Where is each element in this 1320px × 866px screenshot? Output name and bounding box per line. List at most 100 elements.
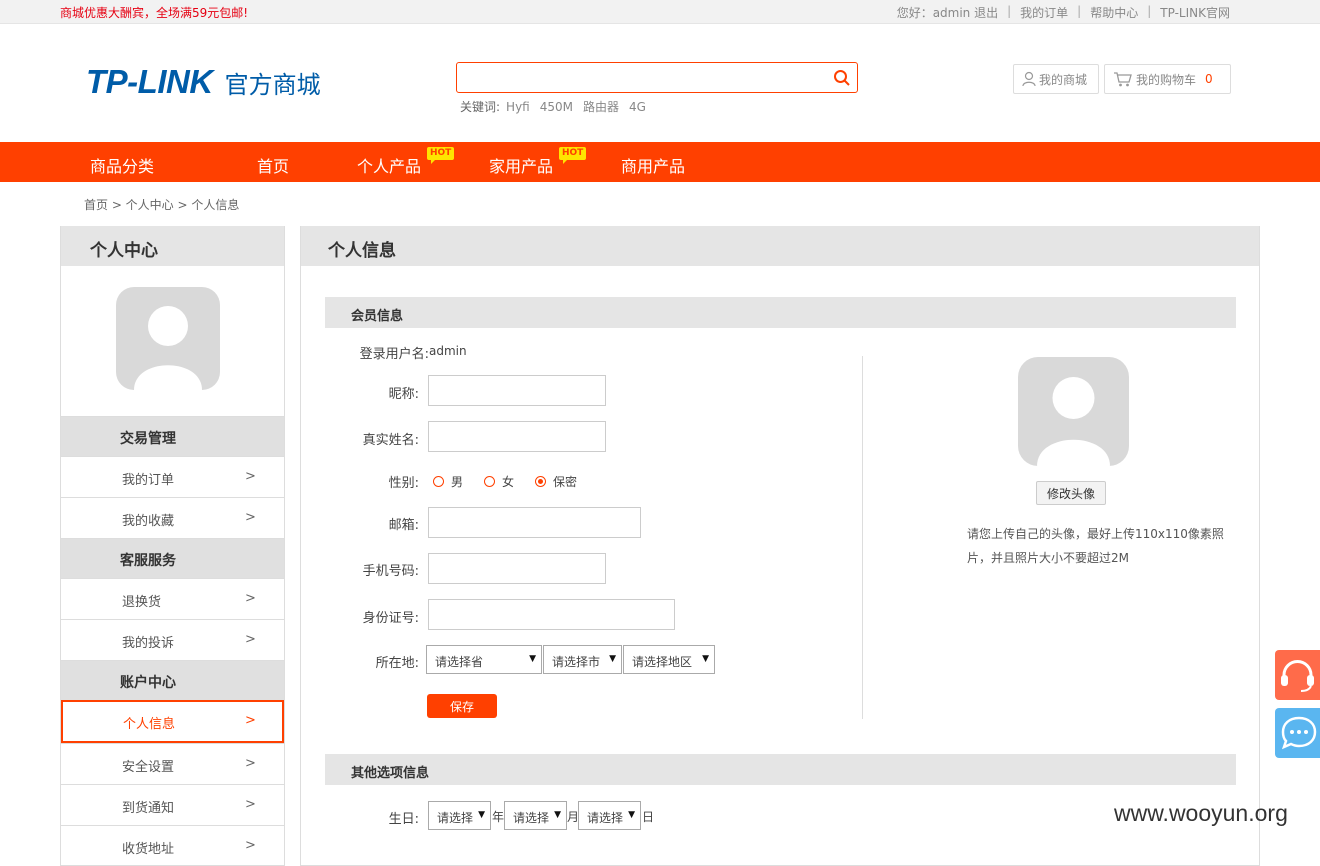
main-nav: 商品分类 首页 个人产品 HOT 家用产品 HOT 商用产品 [0, 142, 1320, 182]
greeting-logout[interactable]: 您好：admin 退出 [897, 4, 998, 21]
my-mall-button[interactable]: 我的商城 [1013, 64, 1099, 94]
district-select[interactable]: 请选择地区 ▼ [623, 645, 715, 674]
user-icon [1022, 71, 1036, 87]
member-info-header: 会员信息 [325, 297, 1236, 328]
cart-count: 0 [1205, 72, 1213, 86]
birth-day-select[interactable]: 请选择 ▼ [578, 801, 641, 830]
city-select[interactable]: 请选择市 ▼ [543, 645, 622, 674]
avatar-placeholder-icon [134, 306, 202, 390]
keywords: 关键词: Hyfi 450M 路由器 4G [460, 98, 656, 115]
username-value: admin [429, 344, 467, 358]
keyword-link[interactable]: 路由器 [583, 100, 619, 114]
caret-down-icon: ▼ [529, 654, 536, 664]
nav-home-products[interactable]: 家用产品 HOT [489, 147, 587, 177]
keywords-label: 关键词: [460, 100, 501, 114]
keyword-link[interactable]: Hyfi [506, 100, 530, 114]
sidebar-item-security[interactable]: 安全设置 > [61, 743, 284, 784]
caret-down-icon: ▼ [628, 810, 635, 820]
select-value: 请选择省 [435, 655, 484, 669]
link-help-center[interactable]: 帮助中心 [1090, 4, 1138, 21]
sidebar-section-trade: 交易管理 [61, 416, 284, 456]
realname-input[interactable] [428, 421, 606, 452]
customer-service-button[interactable] [1275, 650, 1320, 700]
nav-business-products[interactable]: 商用产品 [621, 153, 685, 177]
phone-input[interactable] [428, 553, 606, 584]
email-input[interactable] [428, 507, 641, 538]
link-my-orders[interactable]: 我的订单 [1020, 4, 1068, 21]
caret-down-icon: ▼ [554, 810, 561, 820]
logo[interactable]: TP-LINK 官方商城 [86, 63, 321, 101]
sidebar-item-arrival-notice[interactable]: 到货通知 > [61, 784, 284, 825]
chevron-right-icon: > [245, 591, 256, 606]
sidebar-item-label: 收货地址 [122, 842, 175, 857]
select-value: 请选择地区 [632, 655, 693, 669]
headset-icon [1281, 660, 1314, 692]
nav-personal-label: 个人产品 [357, 157, 422, 176]
select-value: 请选择 [587, 811, 624, 825]
cart-icon [1114, 72, 1132, 87]
hot-badge: HOT [559, 147, 587, 164]
nav-home-label: 家用产品 [489, 157, 554, 176]
watermark: www.wooyun.org [1114, 800, 1288, 826]
nav-categories[interactable]: 商品分类 [90, 153, 154, 177]
sidebar-item-my-orders[interactable]: 我的订单 > [61, 456, 284, 497]
radio-circle-selected [535, 476, 546, 487]
sidebar-item-label: 退换货 [122, 595, 162, 610]
search-icon[interactable] [833, 69, 851, 87]
main-panel: 个人信息 会员信息 登录用户名: admin 昵称: 真实姓名: 性别: 男 女… [300, 226, 1260, 866]
sidebar-item-address[interactable]: 收货地址 > [61, 825, 284, 866]
sidebar-item-returns[interactable]: 退换货 > [61, 578, 284, 619]
top-links: 您好：admin 退出 | 我的订单 | 帮助中心 | TP-LINK官网 [896, 4, 1230, 21]
keyword-link[interactable]: 450M [540, 100, 573, 114]
chevron-right-icon: > [245, 713, 256, 728]
search-input[interactable] [457, 63, 817, 92]
my-mall-label: 我的商城 [1039, 72, 1088, 87]
chevron-right-icon: > [245, 797, 256, 812]
province-select[interactable]: 请选择省 ▼ [426, 645, 542, 674]
idcard-label: 身份证号: [362, 611, 419, 626]
gender-radio-female[interactable]: 女 [484, 473, 514, 490]
gender-label: 性别: [388, 476, 419, 491]
nav-personal-products[interactable]: 个人产品 HOT [357, 147, 455, 177]
sidebar-avatar-box [61, 266, 284, 416]
cart-button[interactable]: 我的购物车 0 [1104, 64, 1231, 94]
radio-label: 女 [502, 475, 515, 489]
keyword-link[interactable]: 4G [629, 100, 646, 114]
radio-label: 保密 [553, 475, 578, 489]
sidebar-item-label: 到货通知 [122, 801, 175, 816]
logo-sub: 官方商城 [224, 70, 321, 99]
avatar-placeholder-icon [1037, 377, 1110, 466]
birth-year-select[interactable]: 请选择 ▼ [428, 801, 491, 830]
top-bar: 商城优惠大酬宾，全场满59元包邮! 您好：admin 退出 | 我的订单 | 帮… [0, 0, 1320, 24]
email-label: 邮箱: [388, 518, 419, 533]
idcard-input[interactable] [428, 599, 675, 630]
breadcrumb: 首页 > 个人中心 > 个人信息 [84, 198, 240, 212]
nav-home[interactable]: 首页 [257, 153, 289, 177]
sidebar-item-personal-info[interactable]: 个人信息 > [61, 700, 284, 743]
change-avatar-button[interactable]: 修改头像 [1036, 481, 1106, 505]
sidebar: 个人中心 交易管理 我的订单 > 我的收藏 > 客服服务 退换货 > 我的投诉 > 账户… [60, 226, 285, 866]
link-official-site[interactable]: TP-LINK官网 [1160, 4, 1230, 21]
chevron-right-icon: > [245, 632, 256, 647]
username-label: 登录用户名: [359, 347, 429, 362]
sidebar-item-label: 我的收藏 [122, 514, 175, 529]
other-info-header: 其他选项信息 [325, 754, 1236, 785]
gender-radio-secret[interactable]: 保密 [535, 473, 577, 490]
profile-avatar [1018, 357, 1129, 466]
logo-brand: TP-LINK [86, 63, 213, 100]
chat-bubble-icon [1281, 716, 1317, 750]
chat-button[interactable] [1275, 708, 1320, 758]
sidebar-item-label: 我的订单 [122, 473, 175, 488]
save-button[interactable]: 保存 [427, 694, 497, 718]
search-box [456, 62, 858, 93]
sidebar-item-label: 我的投诉 [122, 636, 175, 651]
promo-text: 商城优惠大酬宾，全场满59元包邮! [60, 6, 249, 20]
birth-month-select[interactable]: 请选择 ▼ [504, 801, 567, 830]
sidebar-item-favorites[interactable]: 我的收藏 > [61, 497, 284, 538]
location-label: 所在地: [375, 656, 419, 671]
nickname-input[interactable] [428, 375, 606, 406]
chevron-right-icon: > [245, 510, 256, 525]
sidebar-item-complaints[interactable]: 我的投诉 > [61, 619, 284, 660]
gender-radio-male[interactable]: 男 [433, 473, 463, 490]
select-value: 请选择 [437, 811, 474, 825]
